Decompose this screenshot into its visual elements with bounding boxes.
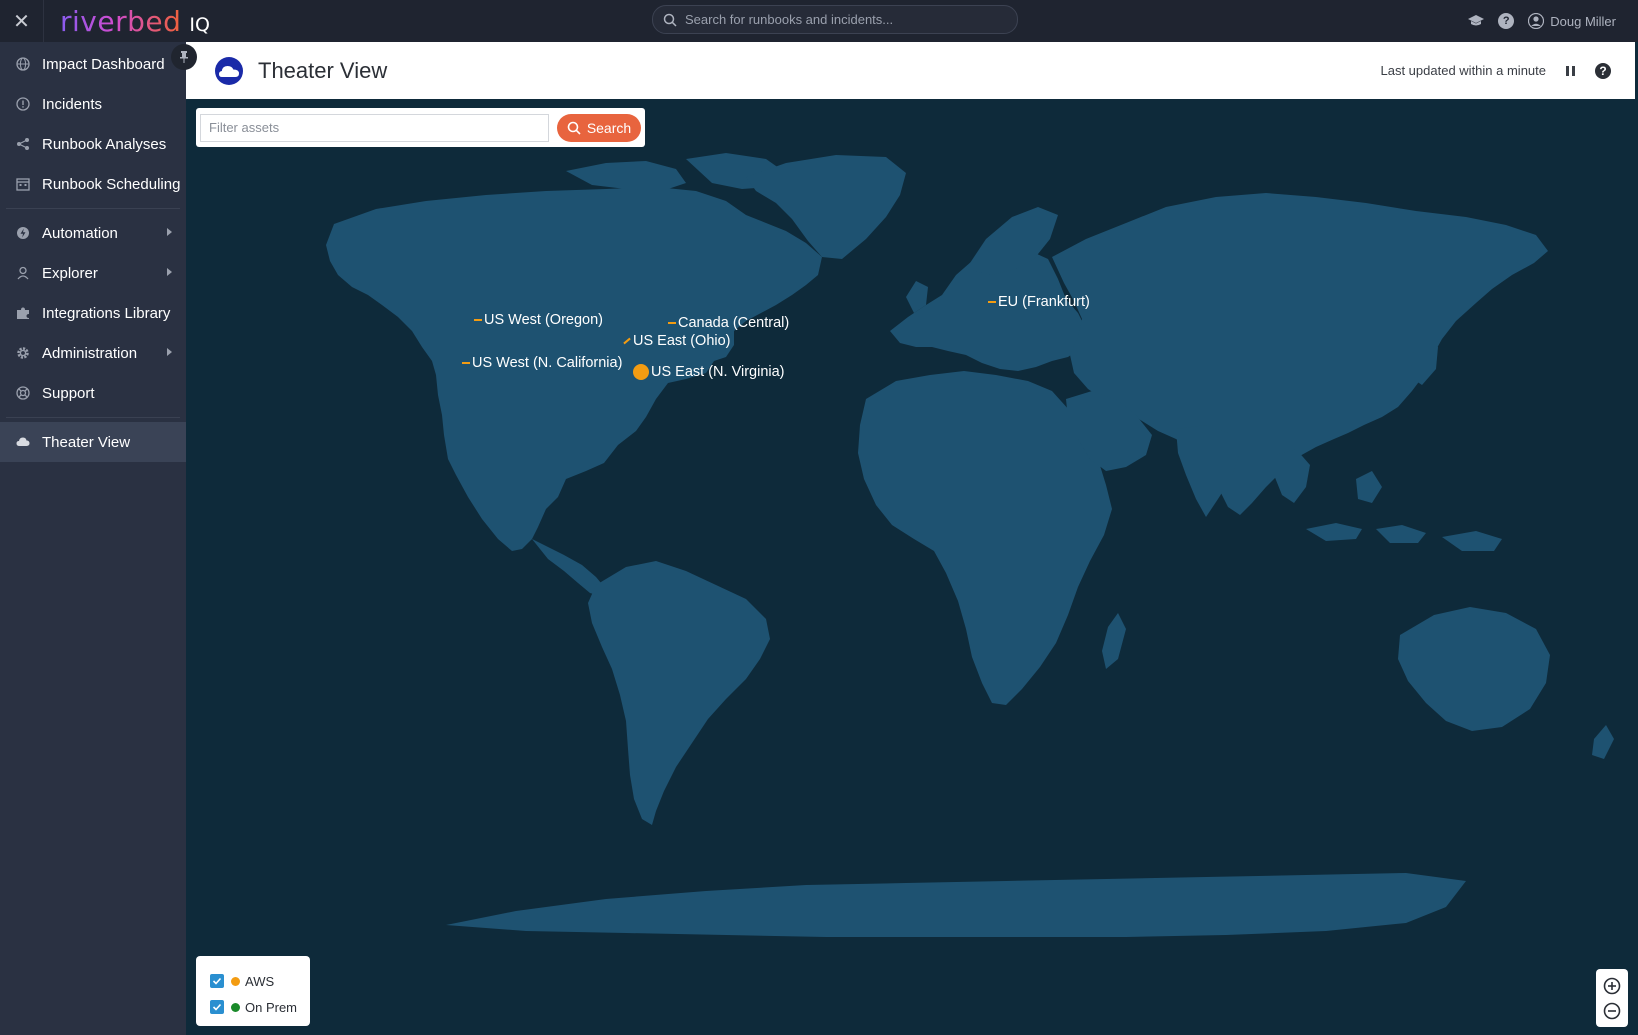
sidebar-item-support[interactable]: Support [0,373,186,413]
legend-label: On Prem [245,999,298,1015]
page-title: Theater View [258,57,388,83]
user-menu[interactable]: Doug Miller [1528,13,1616,29]
global-search[interactable] [652,5,1018,34]
aws-cluster-marker [633,364,649,380]
help-icon[interactable]: ? [1498,13,1515,29]
region-marker-us-east-n-virginia[interactable]: US East (N. Virginia) [633,364,785,380]
brand-word: riverbed [60,4,182,38]
zoom-out-icon[interactable] [1603,1002,1621,1020]
sidebar-item-automation[interactable]: Automation [0,213,186,253]
last-updated-text: Last updated within a minute [1380,63,1547,78]
cloud-icon [16,435,30,449]
sidebar-item-label: Support [42,384,95,402]
zoom-controls [1596,969,1628,1027]
calendar-icon [16,177,30,191]
search-button-label: Search [586,119,632,136]
help-icon[interactable]: ? [1595,62,1611,79]
search-button[interactable]: Search [557,113,641,142]
legend-item-on-prem[interactable]: On Prem [210,994,310,1020]
globe-icon [16,57,30,71]
aws-marker [988,301,996,303]
region-marker-us-west-n-california[interactable]: US West (N. California) [462,355,622,371]
region-marker-eu-frankfurt[interactable]: EU (Frankfurt) [988,294,1090,310]
chevron-right-icon [167,228,172,236]
region-label: US West (Oregon) [484,312,603,328]
close-icon: ✕ [13,10,30,33]
region-marker-us-east-ohio[interactable]: US East (Ohio) [623,333,731,349]
graduation-cap-icon[interactable] [1468,14,1485,28]
sidebar-item-label: Impact Dashboard [42,55,165,73]
pin-sidebar-button[interactable] [171,44,197,70]
checkbox-checked-icon[interactable] [210,1000,224,1014]
user-name: Doug Miller [1550,13,1616,29]
sidebar-item-explorer[interactable]: Explorer [0,253,186,293]
chevron-right-icon [167,268,172,276]
brand-logo[interactable]: riverbed IQ [60,5,210,38]
nav-divider [6,208,180,209]
sidebar-item-impact-dashboard[interactable]: Impact Dashboard [0,44,186,84]
region-label: US East (N. Virginia) [651,364,785,380]
world-map-land [326,153,1614,937]
sidebar-item-label: Incidents [42,95,103,113]
legend-label: AWS [245,973,275,989]
theater-cloud-icon [215,56,243,85]
sidebar-item-label: Runbook Analyses [42,135,167,153]
region-label: Canada (Central) [678,315,790,331]
filter-assets-input[interactable] [200,113,549,142]
region-label: EU (Frankfurt) [998,294,1090,310]
sidebar-item-runbook-analyses[interactable]: Runbook Analyses [0,124,186,164]
sidebar-item-label: Integrations Library [42,304,171,322]
checkbox-checked-icon[interactable] [210,974,224,988]
user-avatar-icon [1528,13,1545,29]
aws-marker [474,319,482,321]
lifebuoy-icon [16,386,30,400]
sidebar-item-theater-view[interactable]: Theater View [0,422,186,462]
brand-suffix: IQ [189,13,210,36]
header-actions: Last updated within a minute ? [1380,42,1611,99]
aws-marker [623,337,631,345]
pin-icon [180,51,188,63]
world-map[interactable]: US West (Oregon) Canada (Central) US Eas… [186,99,1638,1035]
map-legend: AWS On Prem [196,956,310,1026]
puzzle-icon [16,306,30,320]
sidebar-item-label: Automation [42,224,118,242]
top-bar: ✕ riverbed IQ ? Doug Miller [0,0,1638,42]
region-marker-canada-central[interactable]: Canada (Central) [668,315,789,331]
search-icon [567,121,581,135]
legend-item-aws[interactable]: AWS [210,968,310,994]
nav-divider [6,417,180,418]
share-nodes-icon [16,137,30,151]
robot-icon [16,226,30,240]
region-label: US East (Ohio) [633,333,731,349]
close-menu-button[interactable]: ✕ [0,0,44,42]
asset-filter: Search [196,108,645,147]
sidebar-item-incidents[interactable]: Incidents [0,84,186,124]
explorer-icon [16,266,30,280]
alert-circle-icon [16,97,30,111]
region-marker-us-west-oregon[interactable]: US West (Oregon) [474,312,603,328]
aws-color-dot [231,976,240,986]
search-icon [663,13,677,27]
sidebar-item-label: Explorer [42,264,98,282]
sidebar-item-label: Administration [42,344,138,362]
aws-marker [462,362,470,364]
gear-icon [16,346,30,360]
sidebar-item-label: Theater View [42,433,131,451]
sidebar-item-runbook-scheduling[interactable]: Runbook Scheduling [0,164,186,204]
page-header: Theater View Last updated within a minut… [186,42,1635,99]
aws-marker [668,322,676,324]
sidebar-item-label: Runbook Scheduling [42,175,181,193]
chevron-right-icon [167,348,172,356]
region-label: US West (N. California) [472,355,623,371]
sidebar: Impact Dashboard Incidents Runbook Analy… [0,42,197,1035]
zoom-in-icon[interactable] [1603,977,1621,995]
top-right-actions: ? Doug Miller [1468,0,1616,42]
pause-icon[interactable] [1566,65,1575,76]
sidebar-item-administration[interactable]: Administration [0,333,186,373]
global-search-input[interactable] [685,12,985,27]
sidebar-item-integrations-library[interactable]: Integrations Library [0,293,186,333]
on-prem-color-dot [231,1002,240,1012]
